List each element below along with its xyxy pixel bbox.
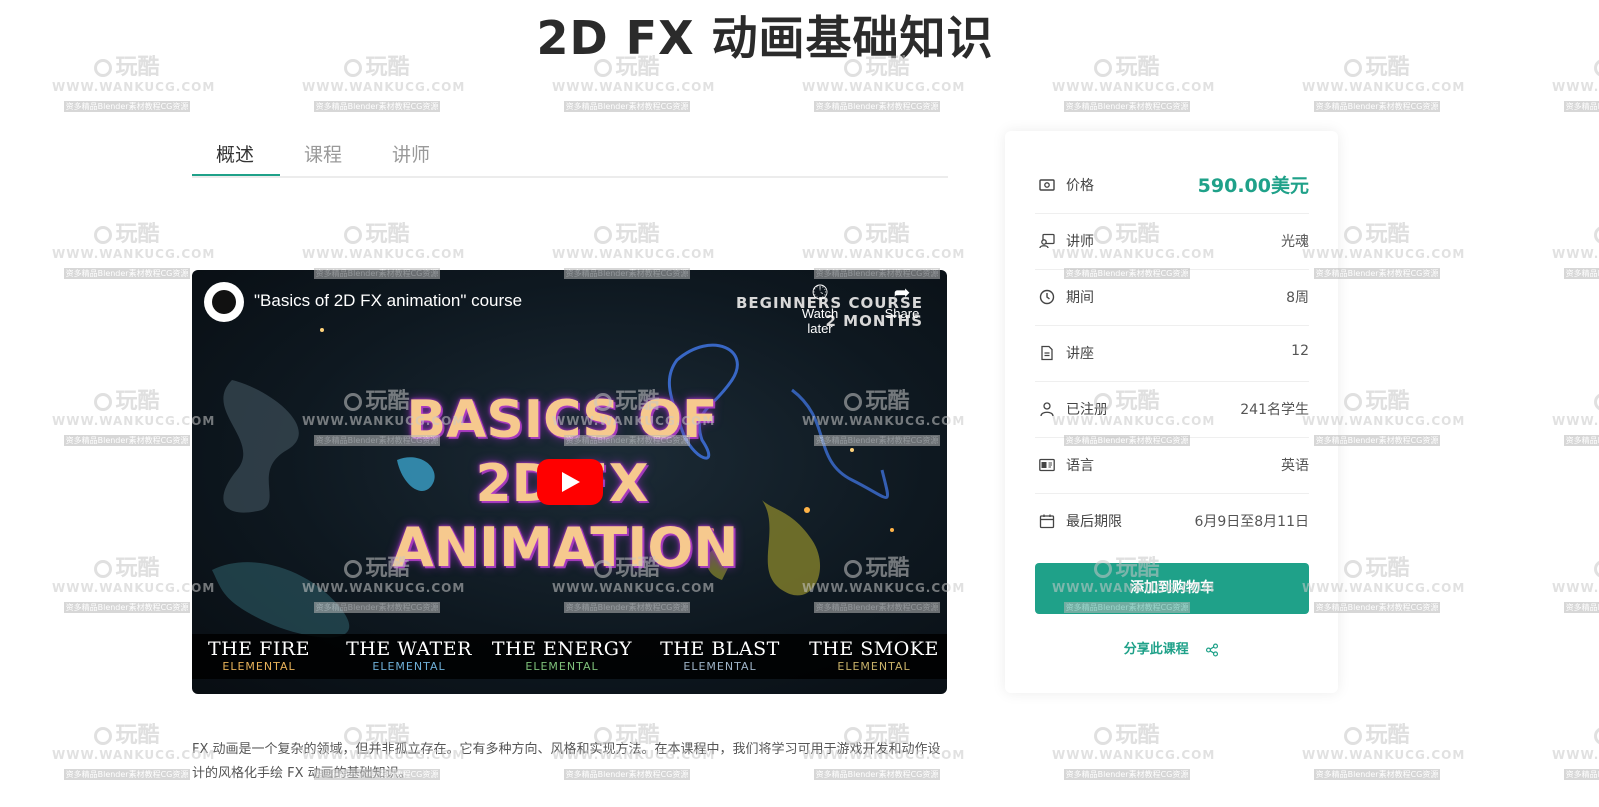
clock-icon: 🕓︎ [812, 282, 828, 304]
element-smoke: THE SMOKE ELEMENTAL [809, 638, 939, 673]
element-energy: THE ENERGY ELEMENTAL [491, 638, 633, 673]
element-fire: THE FIRE ELEMENTAL [207, 638, 310, 673]
share-course-label: 分享此课程 [1123, 642, 1189, 657]
watermark-stamp: 玩酷WWW.WANKUCG.COM资多精品Blender素材教程CG资源 [52, 389, 216, 446]
watch-later-label: Watch later [801, 306, 839, 336]
element-water: THE WATER ELEMENTAL [346, 638, 472, 673]
page-title: 2D FX 动画基础知识 [536, 11, 994, 65]
watermark-stamp: 玩酷WWW.WANKUCG.COM资多精品Blender素材教程CG资源 [1552, 56, 1599, 113]
watch-later-button[interactable]: 🕓︎ Watch later [790, 282, 850, 336]
info-row-language: 语言 英语 [1035, 437, 1309, 494]
watermark-stamp: 玩酷WWW.WANKUCG.COM资多精品Blender素材教程CG资源 [52, 222, 216, 279]
document-icon [1041, 345, 1053, 361]
watermark-stamp: 玩酷WWW.WANKUCG.COM资多精品Blender素材教程CG资源 [1052, 723, 1216, 780]
watermark-stamp: 玩酷WWW.WANKUCG.COM资多精品Blender素材教程CG资源 [1552, 390, 1599, 447]
info-row-deadline: 最后期限 6月9日至8月11日 [1035, 493, 1309, 549]
course-info-card: 价格 590.00美元 讲师 光魂 期间 8周 讲座 12 已注册 241名学生… [1005, 131, 1338, 693]
share-icon [1206, 643, 1219, 656]
youtube-play-icon [562, 472, 580, 492]
share-arrow-icon: ➦ [893, 282, 911, 304]
active-tab-indicator [192, 174, 280, 176]
elements-strip: THE FIRE ELEMENTAL THE WATER ELEMENTAL T… [192, 634, 947, 679]
money-icon [1039, 179, 1055, 191]
info-row-instructor: 讲师 光魂 [1035, 213, 1309, 270]
element-blast: THE BLAST ELEMENTAL [660, 638, 780, 673]
play-button[interactable] [537, 459, 603, 505]
info-row-duration: 期间 8周 [1035, 269, 1309, 326]
watermark-stamp: 玩酷WWW.WANKUCG.COM资多精品Blender素材教程CG资源 [52, 723, 216, 780]
user-icon [1040, 402, 1054, 417]
language-icon [1039, 458, 1055, 472]
tab-instructor[interactable]: 讲师 [392, 140, 430, 167]
info-row-enrolled: 已注册 241名学生 [1035, 381, 1309, 438]
video-title[interactable]: "Basics of 2D FX animation" course [254, 291, 522, 311]
watermark-stamp: 玩酷WWW.WANKUCG.COM资多精品Blender素材教程CG资源 [52, 556, 216, 613]
tab-curriculum[interactable]: 课程 [304, 140, 342, 167]
info-row-price: 价格 590.00美元 [1035, 157, 1309, 214]
channel-avatar[interactable] [204, 282, 244, 322]
add-to-cart-button[interactable]: 添加到购物车 [1035, 563, 1309, 614]
watermark-stamp: 玩酷WWW.WANKUCG.COM资多精品Blender素材教程CG资源 [1302, 723, 1466, 780]
thumbnail-title-line1: BASICS OF [406, 390, 718, 450]
share-video-label: Share [884, 306, 920, 321]
video-player[interactable]: "Basics of 2D FX animation" course BEGIN… [192, 270, 947, 694]
tab-overview[interactable]: 概述 [216, 140, 254, 167]
info-row-lectures: 讲座 12 [1035, 325, 1309, 382]
calendar-icon [1039, 514, 1055, 529]
share-course-link[interactable]: 分享此课程 [1005, 638, 1338, 657]
share-video-button[interactable]: ➦ Share [872, 282, 932, 321]
instructor-icon [1039, 233, 1055, 249]
price-value: 590.00美元 [1197, 175, 1309, 197]
course-description: FX 动画是一个复杂的领域，但并非孤立存在。它有多种方向、风格和实现方法。在本课… [192, 742, 941, 781]
thumbnail-title-line3: ANIMATION [392, 516, 739, 579]
clock-icon [1039, 289, 1055, 305]
watermark-stamp: 玩酷WWW.WANKUCG.COM资多精品Blender素材教程CG资源 [1552, 724, 1599, 781]
watermark-stamp: 玩酷WWW.WANKUCG.COM资多精品Blender素材教程CG资源 [1552, 557, 1599, 614]
course-tabs: 概述 课程 讲师 [192, 130, 948, 178]
watermark-stamp: 玩酷WWW.WANKUCG.COM资多精品Blender素材教程CG资源 [1552, 223, 1599, 280]
